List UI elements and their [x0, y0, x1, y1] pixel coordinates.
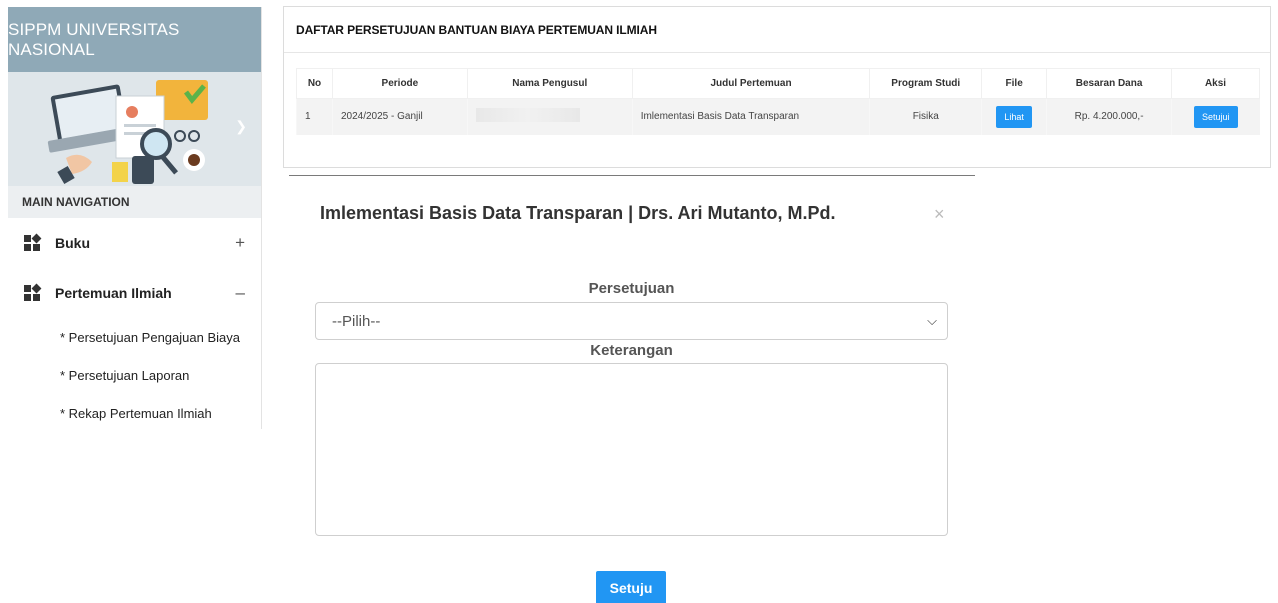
sidebar-item-label: Pertemuan Ilmiah — [55, 285, 172, 301]
chevron-down-icon[interactable]: ❯ — [235, 118, 247, 135]
approval-table: No Periode Nama Pengusul Judul Pertemuan… — [296, 68, 1260, 135]
column-header-judul-pertemuan: Judul Pertemuan — [631, 68, 871, 99]
user-panel-illustration: ❯ — [8, 72, 261, 186]
keterangan-textarea[interactable] — [315, 363, 948, 536]
brand-title[interactable]: SIPPM UNIVERSITAS NASIONAL — [8, 7, 261, 72]
setujui-button[interactable]: Setujui — [1193, 105, 1238, 128]
card-title: DAFTAR PERSETUJUAN BANTUAN BIAYA PERTEMU… — [284, 7, 1270, 53]
cell-periode: 2024/2025 - Ganjil — [331, 98, 468, 135]
cell-judul-pertemuan: Imlementasi Basis Data Transparan — [631, 98, 870, 135]
table-header-row: No Periode Nama Pengusul Judul Pertemuan… — [296, 68, 1260, 99]
sidebar-item-buku[interactable]: Buku + — [8, 218, 261, 268]
column-header-aksi: Aksi — [1171, 68, 1260, 99]
main-navigation-header: MAIN NAVIGATION — [8, 186, 261, 218]
column-header-no: No — [296, 68, 333, 99]
modal-top-border — [289, 175, 975, 176]
office-desk-illustration — [8, 72, 261, 186]
modal-title: Imlementasi Basis Data Transparan | Drs.… — [320, 203, 836, 223]
table-row: 1 2024/2025 - Ganjil Imlementasi Basis D… — [296, 98, 1260, 135]
sidebar-item-label: Buku — [55, 235, 90, 251]
column-header-periode: Periode — [331, 68, 468, 99]
setuju-button[interactable]: Setuju — [596, 571, 666, 603]
sidebar-subitem-persetujuan-pengajuan-biaya[interactable]: * Persetujuan Pengajuan Biaya — [8, 318, 261, 356]
dashboard-icon — [24, 233, 42, 252]
approval-list-card: DAFTAR PERSETUJUAN BANTUAN BIAYA PERTEMU… — [283, 6, 1271, 168]
sidebar: SIPPM UNIVERSITAS NASIONAL ❯ MAIN NAVIGA… — [8, 7, 262, 429]
cell-no: 1 — [296, 98, 333, 135]
keterangan-label: Keterangan — [590, 342, 673, 359]
column-header-nama-pengusul: Nama Pengusul — [466, 68, 633, 99]
sidebar-subitem-rekap-pertemuan-ilmiah[interactable]: * Rekap Pertemuan Ilmiah — [8, 394, 261, 432]
cell-nama-pengusul — [466, 98, 633, 135]
persetujuan-select[interactable]: --Pilih-- ⌵ — [315, 302, 948, 340]
column-header-file: File — [981, 68, 1048, 99]
cell-program-studi: Fisika — [869, 98, 982, 135]
expand-icon[interactable]: + — [235, 233, 245, 253]
cell-file: Lihat — [981, 98, 1047, 135]
persetujuan-selected-value: --Pilih-- — [332, 312, 381, 330]
persetujuan-label: Persetujuan — [588, 280, 675, 297]
cell-besaran-dana: Rp. 4.200.000,- — [1046, 98, 1172, 135]
sidebar-subitem-persetujuan-laporan[interactable]: * Persetujuan Laporan — [8, 356, 261, 394]
chevron-down-icon: ⌵ — [927, 313, 937, 328]
column-header-program-studi: Program Studi — [869, 68, 983, 99]
redacted-name — [475, 108, 580, 123]
cell-aksi: Setujui — [1171, 98, 1260, 135]
close-icon[interactable]: × — [934, 204, 945, 225]
sidebar-item-pertemuan-ilmiah[interactable]: Pertemuan Ilmiah – — [8, 268, 261, 318]
lihat-button[interactable]: Lihat — [996, 105, 1032, 128]
collapse-icon[interactable]: – — [236, 283, 245, 303]
column-header-besaran-dana: Besaran Dana — [1046, 68, 1173, 99]
dashboard-icon — [24, 283, 42, 302]
